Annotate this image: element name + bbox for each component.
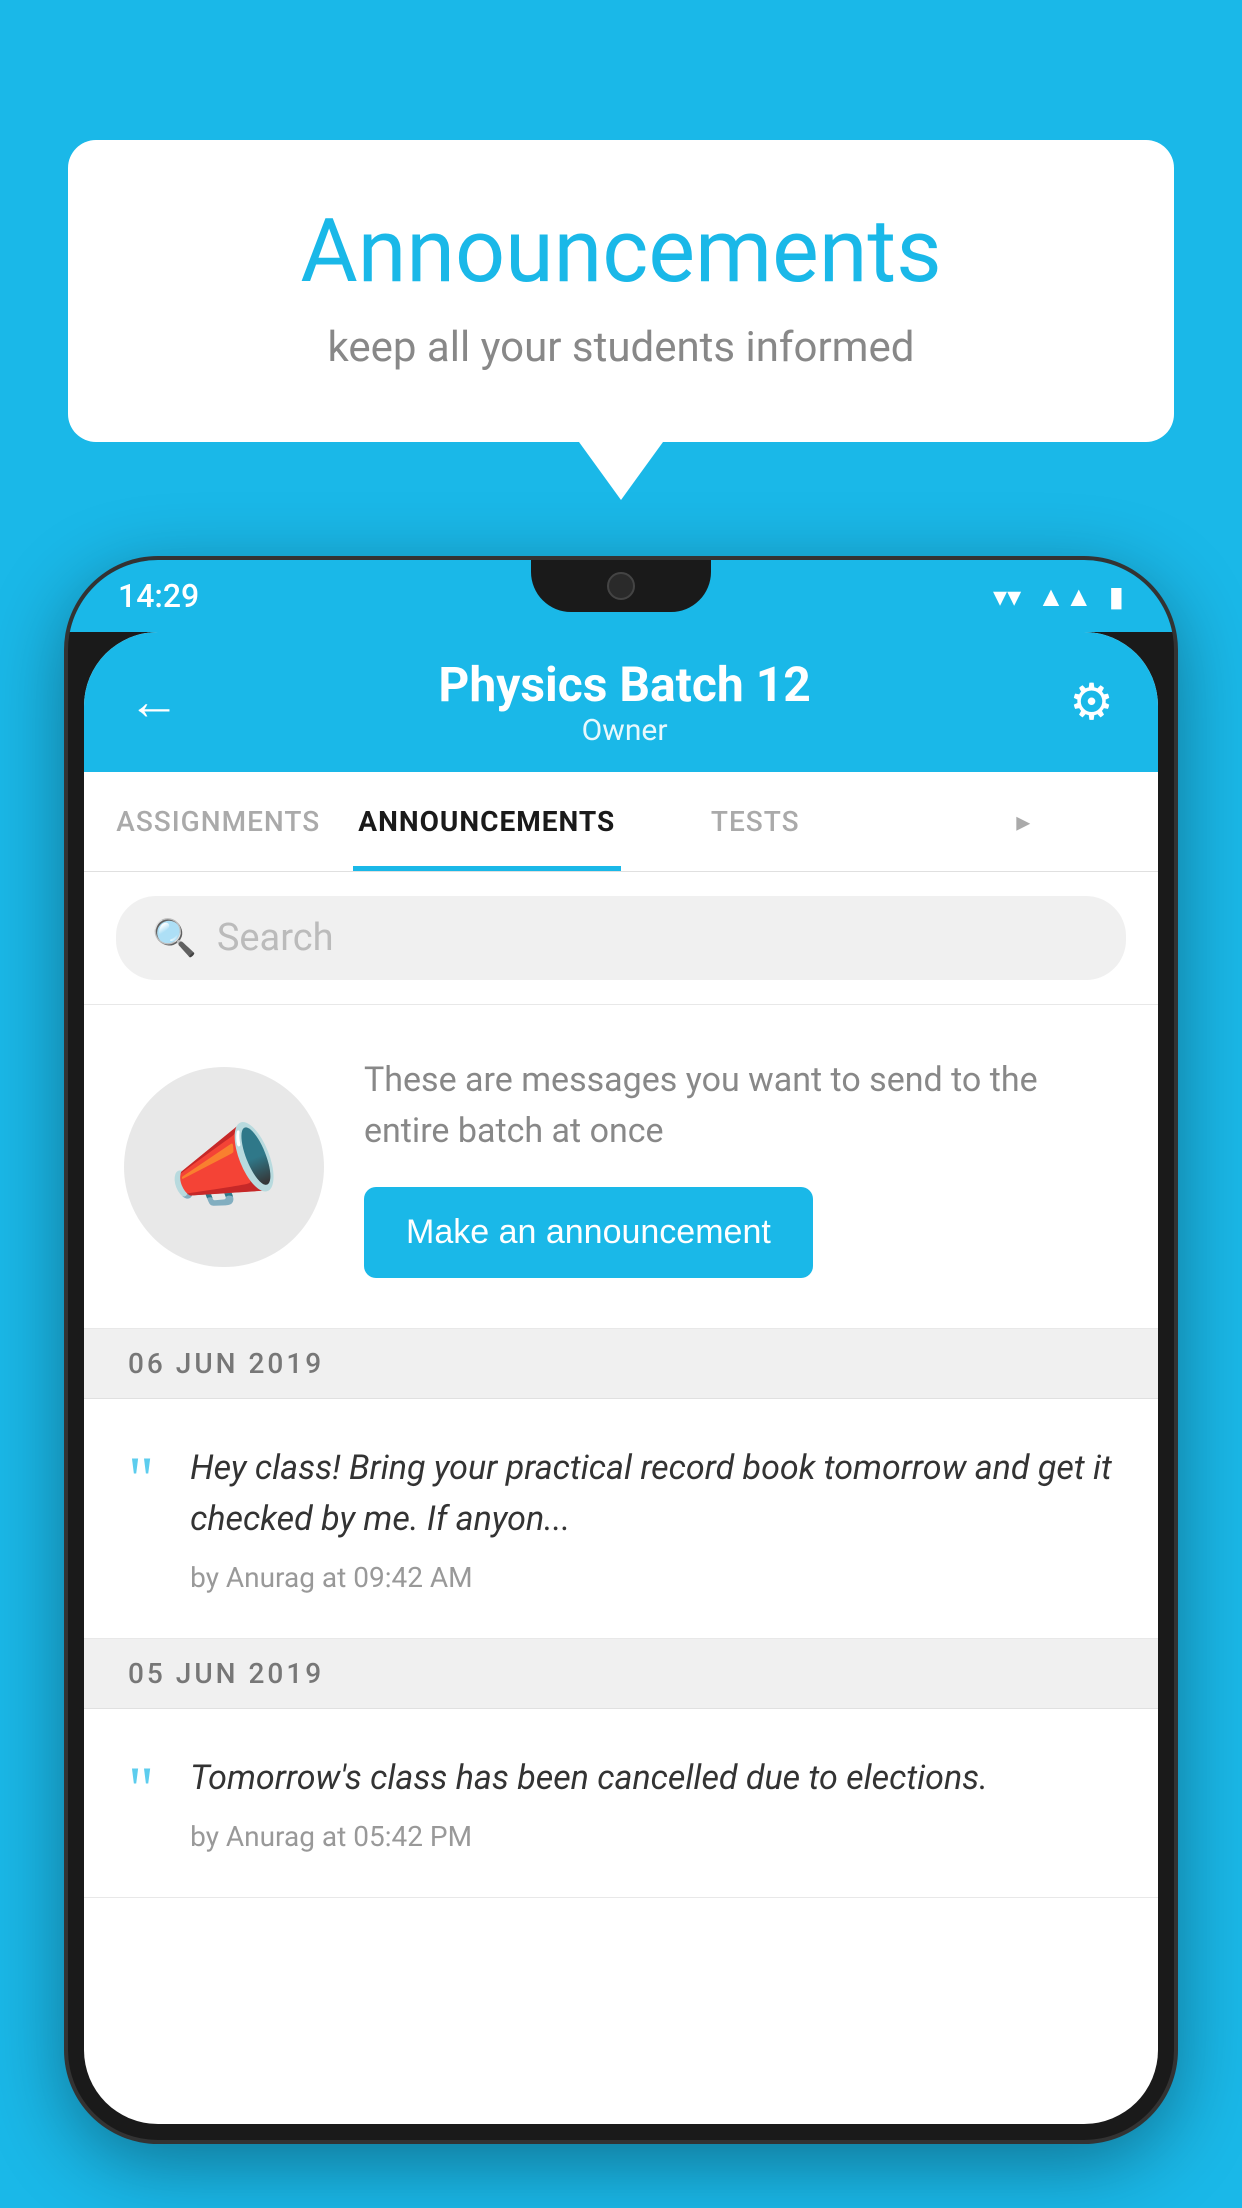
phone-wrapper: 14:29 ▾▾ ▲▲ ▮ ← Physics Batch 12 Owner ⚙ bbox=[68, 560, 1174, 2208]
search-bar[interactable]: 🔍 Search bbox=[116, 896, 1126, 980]
megaphone-circle: 📣 bbox=[124, 1067, 324, 1267]
signal-icon: ▲▲ bbox=[1037, 580, 1092, 613]
tab-tests[interactable]: TESTS bbox=[621, 772, 890, 871]
date-divider-2: 05 JUN 2019 bbox=[84, 1639, 1158, 1709]
phone-notch bbox=[531, 560, 711, 612]
settings-icon[interactable]: ⚙ bbox=[1069, 673, 1114, 732]
quote-icon-1: " bbox=[128, 1447, 154, 1511]
tab-announcements[interactable]: ANNOUNCEMENTS bbox=[353, 772, 622, 871]
status-time: 14:29 bbox=[118, 577, 199, 615]
tab-more[interactable]: ▸ bbox=[890, 772, 1159, 871]
header-center: Physics Batch 12 Owner bbox=[438, 656, 810, 748]
wifi-icon: ▾▾ bbox=[993, 580, 1021, 613]
more-tabs-label: ▸ bbox=[1016, 805, 1031, 838]
phone-screen: ← Physics Batch 12 Owner ⚙ ASSIGNMENTS A… bbox=[84, 632, 1158, 2124]
phone-device: 14:29 ▾▾ ▲▲ ▮ ← Physics Batch 12 Owner ⚙ bbox=[68, 560, 1174, 2140]
speech-bubble: Announcements keep all your students inf… bbox=[68, 140, 1174, 442]
status-bar: 14:29 ▾▾ ▲▲ ▮ bbox=[68, 560, 1174, 632]
tab-assignments[interactable]: ASSIGNMENTS bbox=[84, 772, 353, 871]
announcement-meta-2: by Anurag at 05:42 PM bbox=[190, 1820, 1114, 1853]
announcement-message-1: Hey class! Bring your practical record b… bbox=[190, 1443, 1114, 1545]
announcement-promo: 📣 These are messages you want to send to… bbox=[84, 1005, 1158, 1329]
announcement-content-1: Hey class! Bring your practical record b… bbox=[190, 1443, 1114, 1594]
make-announcement-button[interactable]: Make an announcement bbox=[364, 1187, 813, 1278]
speech-bubble-section: Announcements keep all your students inf… bbox=[68, 140, 1174, 500]
tab-bar: ASSIGNMENTS ANNOUNCEMENTS TESTS ▸ bbox=[84, 772, 1158, 872]
front-camera bbox=[607, 572, 635, 600]
back-button[interactable]: ← bbox=[128, 676, 180, 728]
battery-icon: ▮ bbox=[1109, 580, 1124, 613]
batch-title: Physics Batch 12 bbox=[438, 656, 810, 713]
bubble-arrow bbox=[579, 442, 663, 500]
bubble-title: Announcements bbox=[148, 200, 1094, 303]
quote-icon-2: " bbox=[128, 1757, 154, 1821]
megaphone-icon: 📣 bbox=[168, 1114, 280, 1219]
promo-description: These are messages you want to send to t… bbox=[364, 1055, 1118, 1157]
announcement-item-1[interactable]: " Hey class! Bring your practical record… bbox=[84, 1399, 1158, 1639]
search-container: 🔍 Search bbox=[84, 872, 1158, 1005]
announcement-meta-1: by Anurag at 09:42 AM bbox=[190, 1561, 1114, 1594]
batch-subtitle: Owner bbox=[438, 713, 810, 748]
promo-right: These are messages you want to send to t… bbox=[364, 1055, 1118, 1278]
announcement-content-2: Tomorrow's class has been cancelled due … bbox=[190, 1753, 1114, 1853]
status-icons: ▾▾ ▲▲ ▮ bbox=[993, 580, 1124, 613]
bubble-subtitle: keep all your students informed bbox=[148, 323, 1094, 372]
search-placeholder: Search bbox=[217, 916, 334, 960]
app-header: ← Physics Batch 12 Owner ⚙ bbox=[84, 632, 1158, 772]
search-icon: 🔍 bbox=[152, 917, 197, 959]
date-divider-1: 06 JUN 2019 bbox=[84, 1329, 1158, 1399]
announcement-message-2: Tomorrow's class has been cancelled due … bbox=[190, 1753, 1114, 1804]
announcement-item-2[interactable]: " Tomorrow's class has been cancelled du… bbox=[84, 1709, 1158, 1898]
